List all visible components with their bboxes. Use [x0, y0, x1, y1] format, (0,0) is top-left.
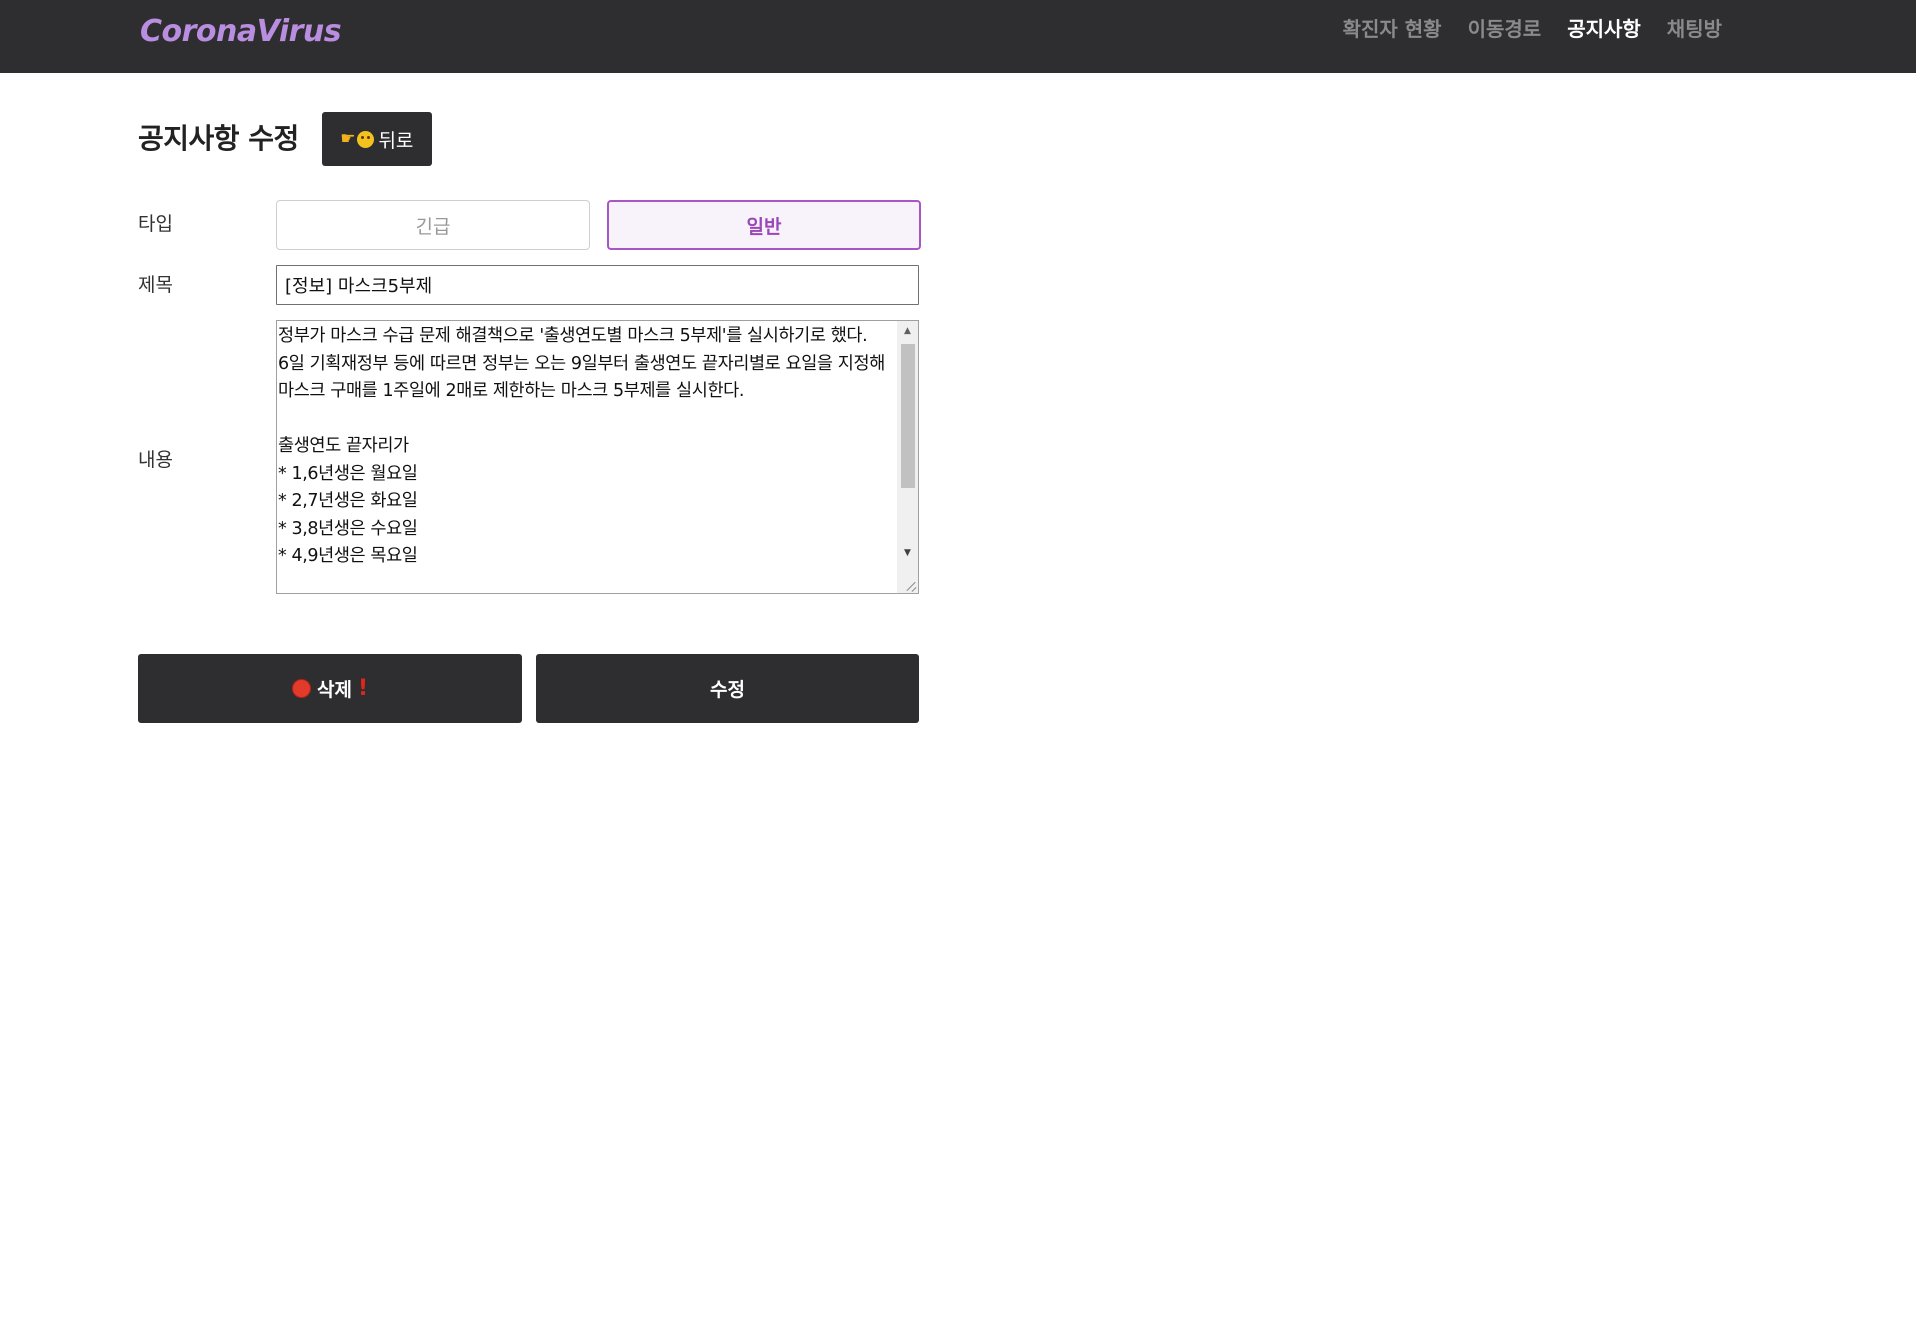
red-circle-icon — [291, 679, 311, 698]
scroll-down-arrow-icon[interactable]: ▼ — [897, 543, 918, 563]
content-text: 정부가 마스크 수급 문제 해결책으로 '출생연도별 마스크 5부제'를 실시하… — [278, 326, 885, 566]
nav-link-movement-path[interactable]: 이동경로 — [1455, 14, 1555, 44]
content-label: 내용 — [138, 449, 173, 471]
edit-button[interactable]: 수정 — [536, 654, 919, 723]
nav-link-confirmed-status[interactable]: 확진자 현황 — [1330, 14, 1455, 44]
nav-link-chat-room[interactable]: 채팅방 — [1654, 14, 1735, 44]
brand-logo[interactable]: CoronaVirus — [140, 12, 342, 52]
content-textarea[interactable]: 정부가 마스크 수급 문제 해결책으로 '출생연도별 마스크 5부제'를 실시하… — [276, 320, 919, 594]
nav-link-notices[interactable]: 공지사항 — [1554, 14, 1654, 44]
edit-button-label: 수정 — [710, 679, 745, 701]
page-title: 공지사항 수정 — [138, 122, 299, 155]
scroll-thumb[interactable] — [901, 344, 915, 488]
delete-button-label: 삭제 — [316, 679, 352, 701]
content-scrollbar[interactable]: ▲ ▼ — [897, 321, 918, 593]
back-button-label: 뒤로 — [378, 129, 414, 152]
hand-pointing-icon: ☛ — [340, 129, 356, 149]
resize-grip-icon[interactable] — [897, 573, 918, 593]
title-label: 제목 — [138, 274, 173, 296]
type-normal-button[interactable]: 일반 — [607, 200, 921, 250]
navbar: CoronaVirus 확진자 현황 이동경로 공지사항 채팅방 — [0, 0, 1916, 73]
exclamation-icon: ! — [357, 676, 368, 701]
title-row: 공지사항 수정 ☛ 뒤로 — [138, 112, 432, 166]
title-input[interactable] — [276, 265, 919, 305]
type-urgent-button[interactable]: 긴급 — [276, 200, 590, 250]
nav-links: 확진자 현황 이동경로 공지사항 채팅방 — [1330, 14, 1735, 44]
delete-button[interactable]: 삭제 ! — [138, 654, 522, 723]
type-label: 타입 — [138, 213, 173, 235]
back-button[interactable]: ☛ 뒤로 — [321, 112, 432, 166]
flushed-face-icon — [357, 130, 375, 148]
scroll-up-arrow-icon[interactable]: ▲ — [897, 321, 918, 341]
